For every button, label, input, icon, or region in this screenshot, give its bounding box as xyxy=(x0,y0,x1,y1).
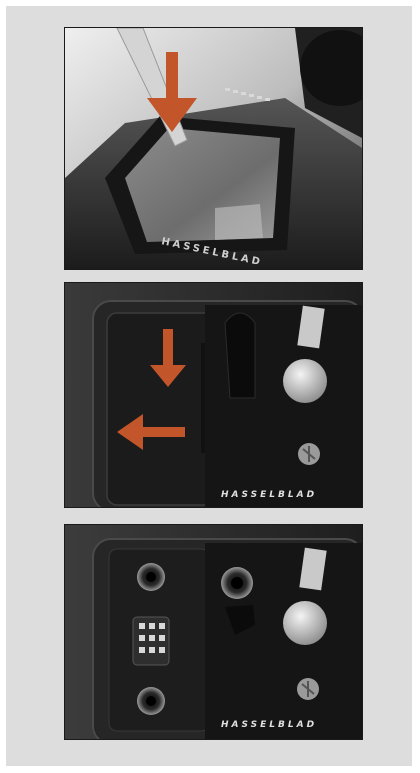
photo-connector-panel: HASSELBLAD xyxy=(64,524,363,740)
photo-connector-cover: HASSELBLAD xyxy=(64,282,363,508)
photo-2-image: HASSELBLAD xyxy=(65,283,362,507)
brand-mark-2: HASSELBLAD xyxy=(221,490,317,500)
photo-sensor-opening: HASSELBLAD xyxy=(64,27,363,270)
photo-3-image: HASSELBLAD xyxy=(65,525,362,739)
photo-1-image: HASSELBLAD xyxy=(65,28,362,269)
brand-mark-3: HASSELBLAD xyxy=(221,720,317,730)
